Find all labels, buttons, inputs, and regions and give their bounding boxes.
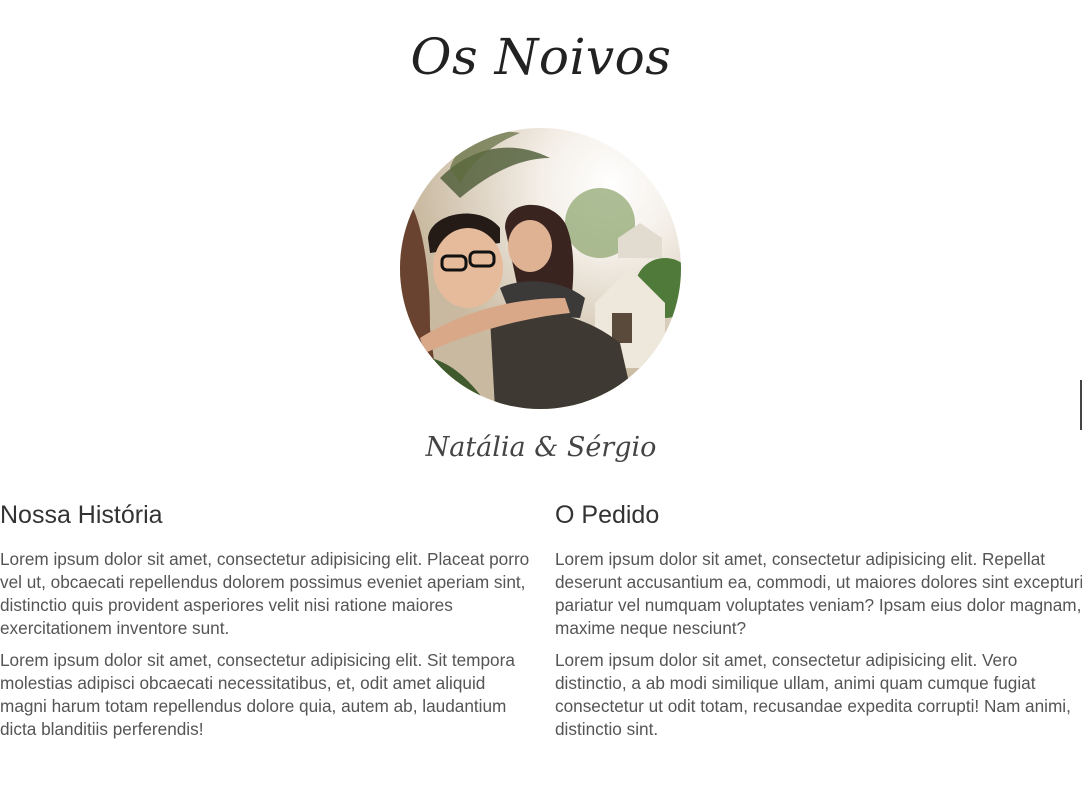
story-section-nossa-historia: Nossa História Lorem ipsum dolor sit ame… <box>0 496 530 750</box>
story-section-o-pedido: O Pedido Lorem ipsum dolor sit amet, con… <box>555 496 1082 750</box>
couple-photo <box>400 128 681 409</box>
story-heading: Nossa História <box>0 501 163 529</box>
story-heading: O Pedido <box>555 501 660 529</box>
story-paragraph: Lorem ipsum dolor sit amet, consectetur … <box>555 650 1071 739</box>
couple-names: Natália & Sérgio <box>425 432 657 463</box>
story-paragraph: Lorem ipsum dolor sit amet, consectetur … <box>0 549 530 638</box>
couple-photo-image <box>400 128 681 409</box>
page-title: Os Noivos <box>410 28 672 86</box>
story-paragraph: Lorem ipsum dolor sit amet, consectetur … <box>555 549 1082 638</box>
story-paragraph: Lorem ipsum dolor sit amet, consectetur … <box>0 650 515 739</box>
